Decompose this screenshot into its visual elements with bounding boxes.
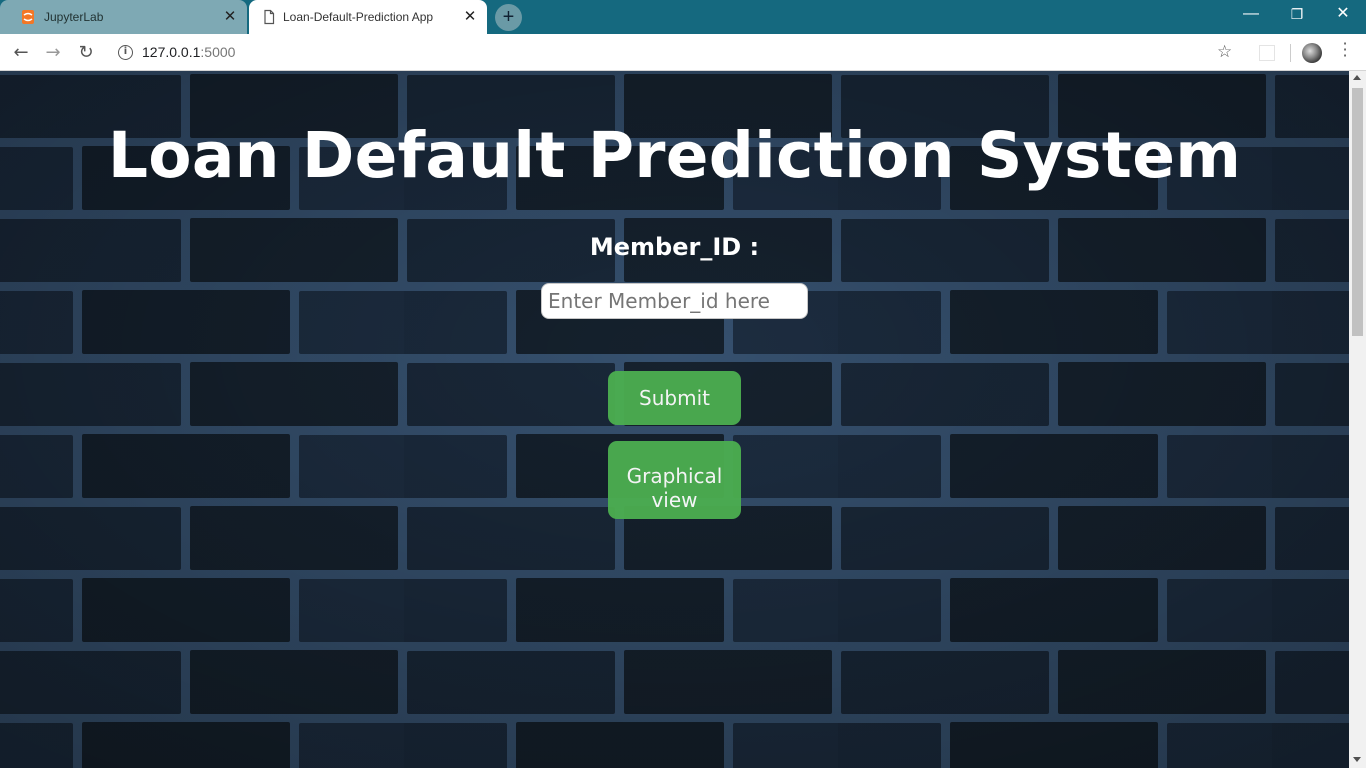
minimize-button[interactable]: — [1228, 0, 1274, 30]
submit-button[interactable]: Submit [608, 371, 741, 425]
arrow-left-icon: ← [13, 42, 29, 63]
info-icon[interactable]: i [118, 45, 133, 60]
close-window-button[interactable]: ✕ [1320, 0, 1366, 30]
vertical-scrollbar[interactable] [1349, 71, 1366, 768]
close-tab-icon[interactable]: ✕ [461, 8, 479, 26]
profile-avatar[interactable] [1302, 43, 1322, 63]
url-text: 127.0.0.1:5000 [142, 44, 235, 60]
page-icon [261, 9, 277, 25]
three-dots-icon[interactable]: · · · [1340, 36, 1350, 64]
minimize-icon: — [1243, 5, 1259, 22]
page-title: Loan Default Prediction System [107, 119, 1242, 192]
url-host: 127.0.0.1 [142, 44, 201, 60]
restore-icon: ❐ [1290, 6, 1304, 22]
new-tab-button[interactable]: + [495, 4, 522, 31]
forward-button[interactable]: → [41, 41, 65, 65]
reload-icon: ↻ [78, 42, 94, 63]
star-icon[interactable]: ☆ [1217, 42, 1232, 62]
back-button[interactable]: ← [9, 41, 33, 65]
tab-title: Loan-Default-Prediction App [283, 10, 434, 24]
member-id-label: Member_ID : [589, 233, 760, 261]
browser-toolbar: ← → ↻ i 127.0.0.1:5000 [0, 34, 1366, 71]
tab-loan-app[interactable]: Loan-Default-Prediction App ✕ [249, 0, 487, 34]
graphical-view-button[interactable]: Graphical view [608, 441, 741, 519]
close-tab-icon[interactable]: ✕ [221, 8, 239, 26]
scroll-up-icon[interactable] [1353, 75, 1361, 80]
page-content: Loan Default Prediction System Member_ID… [0, 71, 1349, 768]
address-bar[interactable]: i 127.0.0.1:5000 [110, 38, 1200, 67]
toolbar-divider [1290, 44, 1291, 62]
url-port: :5000 [200, 44, 236, 60]
jupyter-icon [20, 9, 36, 25]
scroll-thumb[interactable] [1352, 88, 1363, 336]
close-icon: ✕ [1336, 5, 1350, 22]
restore-button[interactable]: ❐ [1274, 0, 1320, 30]
member-id-input[interactable] [541, 283, 808, 319]
graph-label-line2: view [651, 488, 698, 512]
arrow-right-icon: → [45, 42, 61, 63]
tab-title: JupyterLab [44, 10, 104, 24]
extension-icon[interactable] [1259, 45, 1275, 61]
reload-button[interactable]: ↻ [74, 41, 98, 65]
graph-label-line1: Graphical [626, 464, 723, 488]
tab-jupyterlab[interactable]: JupyterLab ✕ [0, 0, 247, 34]
browser-tab-strip: JupyterLab ✕ Loan-Default-Prediction App… [0, 0, 1366, 34]
scroll-down-icon[interactable] [1353, 757, 1361, 762]
